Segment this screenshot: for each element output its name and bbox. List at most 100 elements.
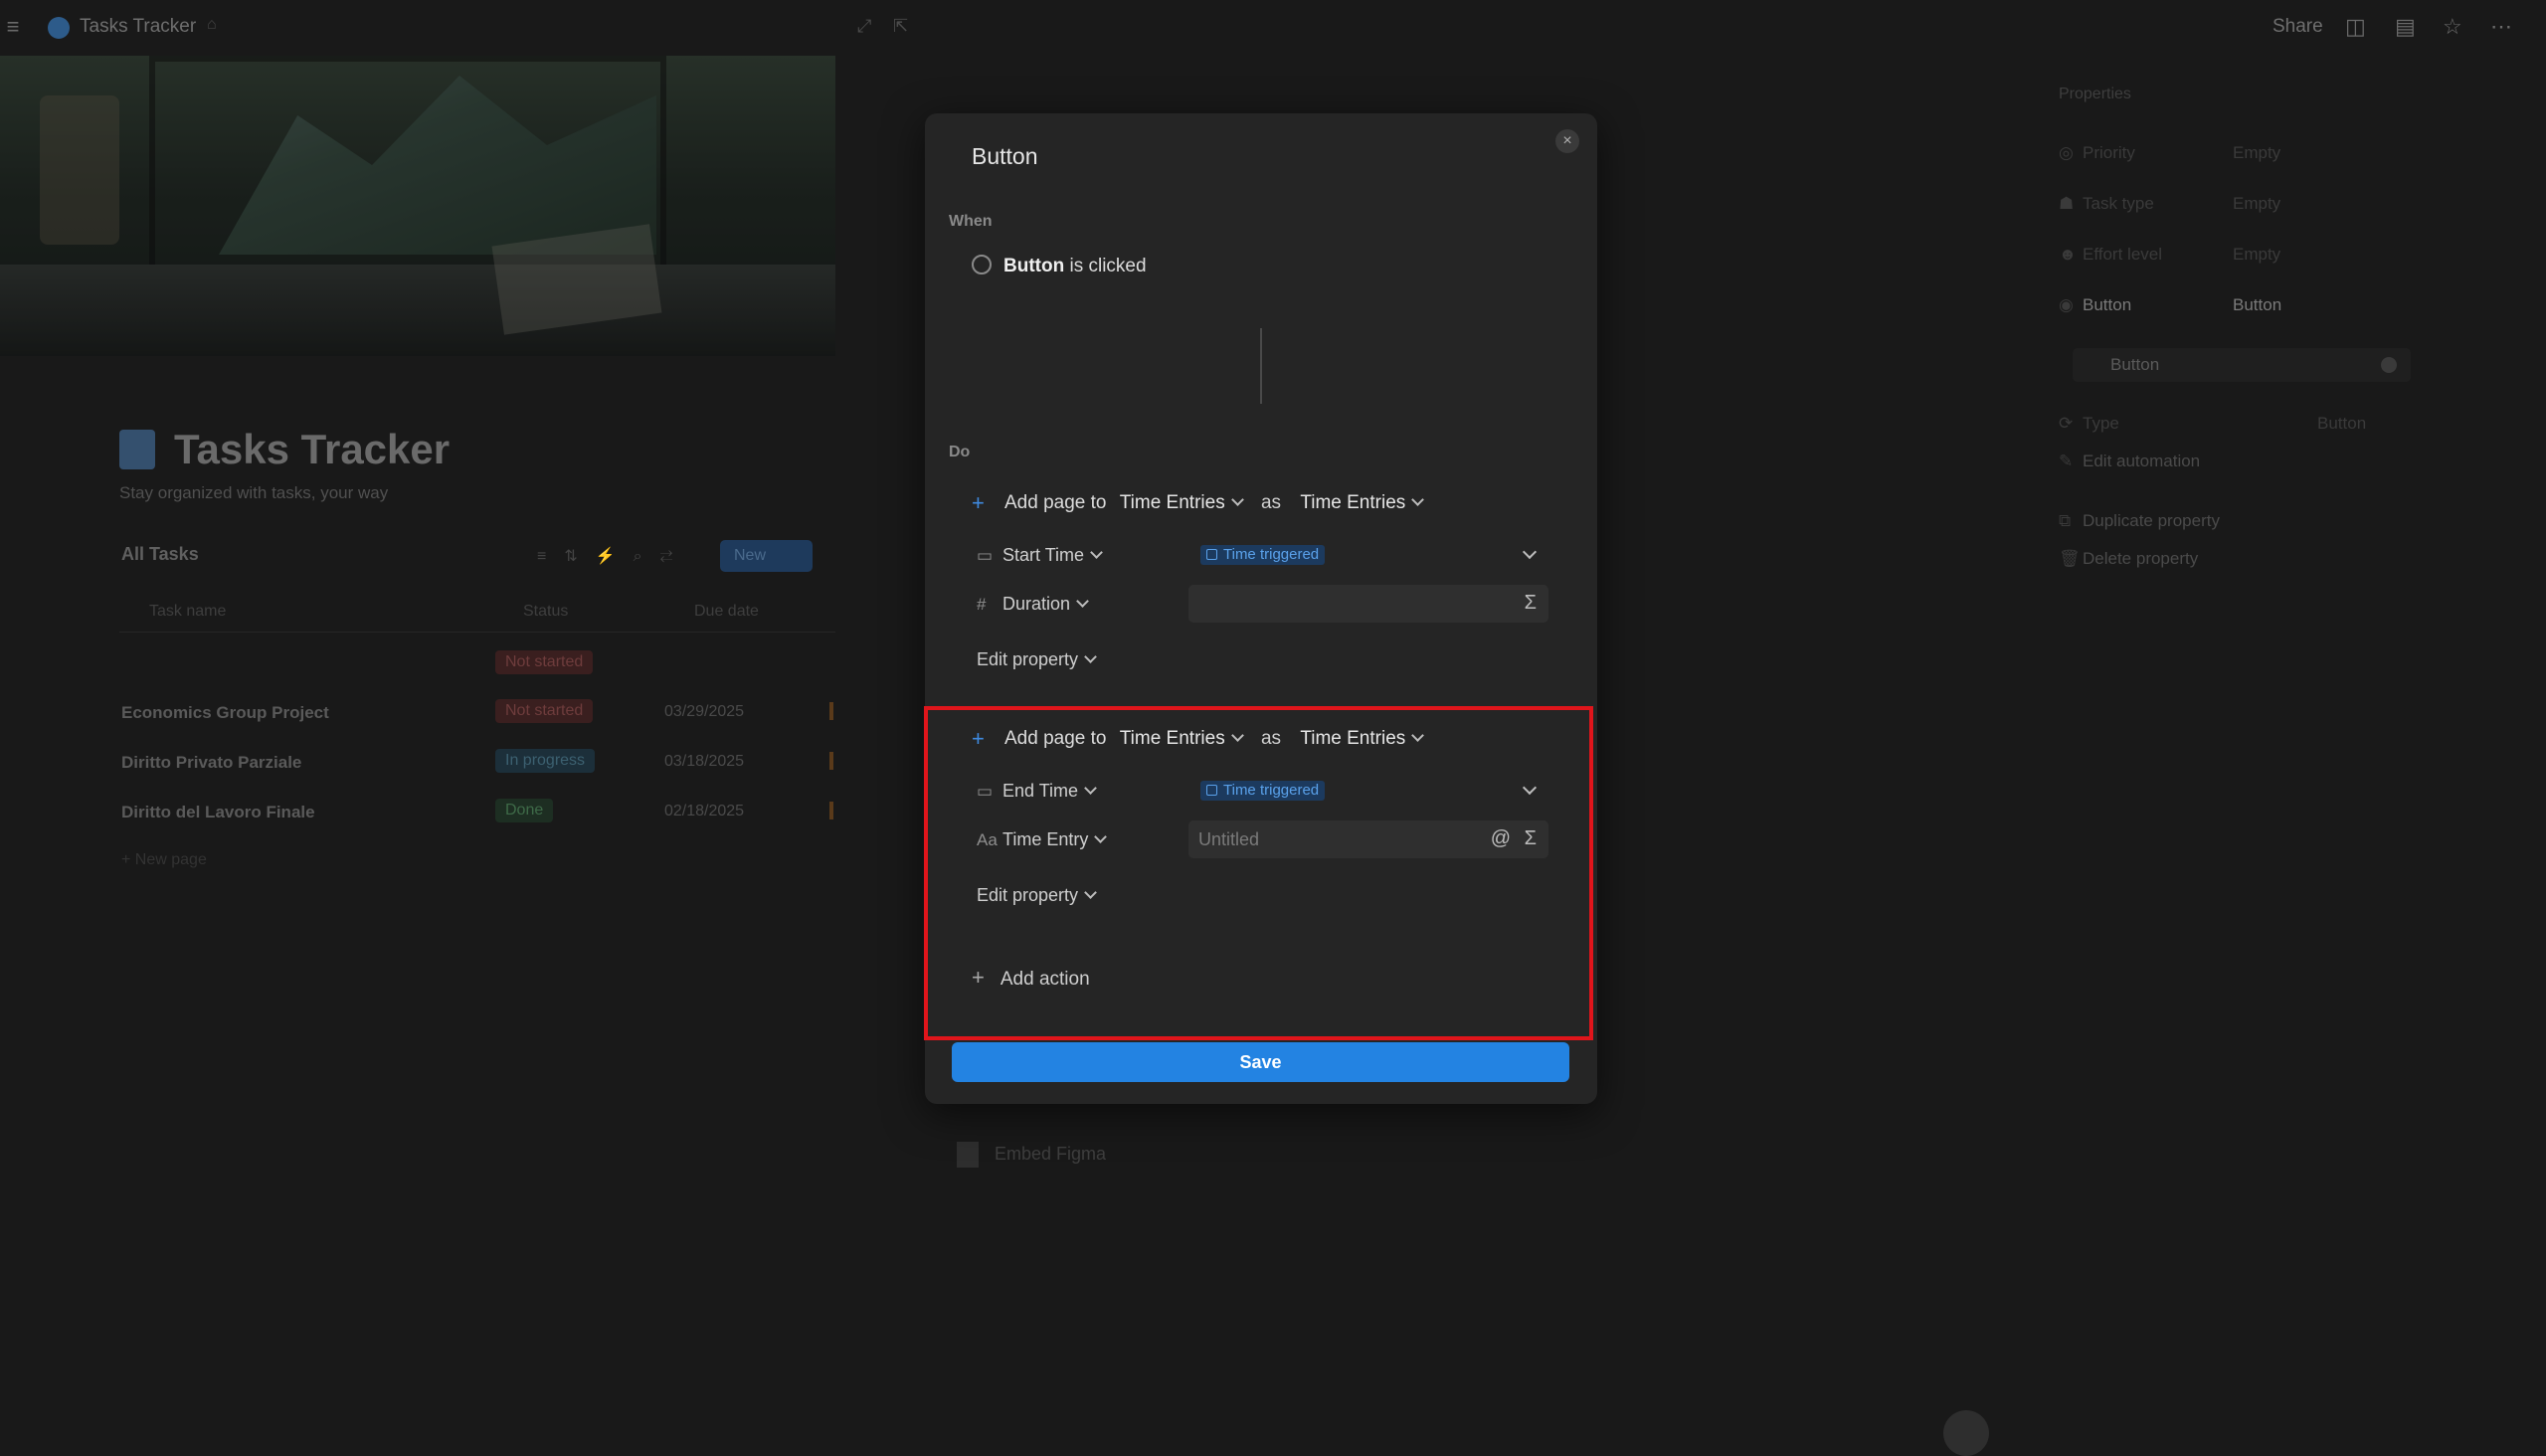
tab-all-tasks[interactable]: All Tasks — [121, 544, 199, 565]
edit-property-button[interactable]: Edit property — [977, 885, 1097, 906]
breadcrumb-title[interactable]: Tasks Tracker — [80, 16, 196, 38]
status-badge[interactable]: In progress — [495, 749, 596, 773]
calendar-icon: ▭ — [977, 782, 994, 801]
more-options-icon[interactable]: ⋯ — [2490, 14, 2512, 40]
effort-icon: ☻ — [2059, 245, 2077, 264]
row-indicator — [829, 752, 833, 770]
task-type-icon: ☗ — [2059, 194, 2075, 213]
chevron-down-icon — [1230, 729, 1244, 742]
property-task-type[interactable]: ☗ Task type Empty — [2059, 194, 2437, 214]
property-end-time[interactable]: ▭ End Time — [977, 777, 1097, 805]
action-prefix: Add page to — [1004, 728, 1107, 749]
sidebar-toggle-icon[interactable]: ≡ — [0, 16, 26, 38]
formula-sigma-icon[interactable]: Σ — [1525, 827, 1537, 850]
property-button[interactable]: ◉ Button Button — [2059, 295, 2437, 315]
lock-icon: ⌂ — [207, 16, 217, 33]
link-icon[interactable]: ⇱ — [893, 16, 908, 37]
do-label: Do — [949, 444, 971, 460]
chevron-down-icon[interactable] — [1522, 780, 1538, 796]
chevron-down-icon — [1076, 595, 1089, 608]
share-button[interactable]: Share — [2273, 16, 2323, 38]
property-start-time[interactable]: ▭ Start Time — [977, 541, 1103, 569]
chevron-down-icon — [1411, 493, 1425, 506]
add-row-button[interactable]: + New page — [121, 851, 207, 869]
embed-label: Embed Figma — [995, 1143, 1107, 1164]
chevron-down-icon — [1084, 650, 1097, 663]
expand-icon[interactable]: ⤢ — [857, 16, 871, 37]
comments-icon[interactable]: ▤ — [2395, 14, 2416, 40]
due-date[interactable]: 03/18/2025 — [664, 753, 744, 771]
plus-icon: + — [972, 726, 985, 751]
flow-connector — [1260, 328, 1262, 404]
start-time-value[interactable]: Time triggered — [1188, 536, 1548, 574]
view-toolbar-icons[interactable]: ≡⇅⚡⌕⇄ — [537, 546, 690, 566]
mention-at-icon[interactable]: @ — [1491, 827, 1511, 850]
button-prop-icon: ◉ — [2059, 295, 2074, 314]
add-action-button[interactable]: + Add action — [972, 965, 1090, 991]
save-button[interactable]: Save — [952, 1042, 1569, 1082]
properties-title: Properties — [2059, 86, 2131, 102]
column-header-task-name[interactable]: Task name — [149, 603, 226, 621]
property-type[interactable]: ⟳ Type Button — [2059, 414, 2437, 434]
trigger-row[interactable]: Button is clicked — [972, 255, 1147, 277]
help-button[interactable] — [1943, 1410, 1989, 1456]
template-dropdown[interactable]: Time Entries — [1292, 725, 1430, 753]
calendar-icon — [1206, 549, 1217, 560]
end-time-value[interactable]: Time triggered — [1188, 772, 1548, 810]
delete-property-button[interactable]: 🗑 Delete property — [2059, 549, 2437, 569]
status-badge[interactable]: Not started — [495, 650, 594, 674]
time-triggered-tag: Time triggered — [1200, 781, 1326, 801]
column-header-due-date[interactable]: Due date — [694, 603, 759, 621]
text-icon: Aa — [977, 830, 998, 849]
property-duration[interactable]: # Duration — [977, 590, 1089, 618]
property-name-input[interactable]: Button — [2073, 348, 2411, 382]
template-dropdown[interactable]: Time Entries — [1292, 489, 1430, 517]
due-date[interactable]: 03/29/2025 — [664, 703, 744, 721]
database-dropdown[interactable]: Time Entries — [1112, 489, 1250, 517]
edit-property-button[interactable]: Edit property — [977, 649, 1097, 670]
time-triggered-tag: Time triggered — [1200, 545, 1326, 565]
close-icon[interactable]: × — [1555, 129, 1579, 153]
status-badge[interactable]: Done — [495, 799, 554, 822]
task-name[interactable]: Economics Group Project — [121, 703, 329, 723]
action-2-header: Add page to Time Entries as Time Entries — [1004, 725, 1430, 753]
as-text: as — [1260, 728, 1282, 749]
database-dropdown[interactable]: Time Entries — [1112, 725, 1250, 753]
when-label: When — [949, 213, 993, 230]
new-page-button[interactable]: New — [720, 540, 813, 572]
duplicate-property-button[interactable]: ⧉ Duplicate property — [2059, 511, 2437, 531]
property-priority[interactable]: ◎ Priority Empty — [2059, 143, 2437, 163]
property-time-entry[interactable]: Aa Time Entry — [977, 825, 1108, 853]
favorite-star-icon[interactable]: ☆ — [2443, 14, 2462, 40]
top-bar: ≡ Tasks Tracker ⌂ ⤢ ⇱ Share ◫ ▤ ☆ ⋯ — [0, 0, 2546, 56]
calendar-icon: ▭ — [977, 546, 994, 565]
sidepanel-icon[interactable]: ◫ — [2345, 14, 2366, 40]
chevron-down-icon — [1411, 729, 1425, 742]
dialog-title: Button — [972, 143, 1038, 169]
task-name[interactable]: Diritto Privato Parziale — [121, 753, 301, 773]
divider — [119, 632, 835, 633]
cursor-click-icon — [972, 255, 992, 274]
row-indicator — [829, 802, 833, 819]
priority-icon: ◎ — [2059, 143, 2074, 162]
calendar-icon — [1206, 785, 1217, 796]
task-name[interactable]: Diritto del Lavoro Finale — [121, 803, 315, 822]
chevron-down-icon — [1084, 886, 1097, 899]
plus-icon: + — [972, 965, 985, 990]
chevron-down-icon — [1090, 546, 1103, 559]
page-icon-small — [48, 17, 70, 39]
chevron-down-icon — [1094, 830, 1108, 843]
formula-sigma-icon[interactable]: Σ — [1525, 592, 1537, 615]
status-badge[interactable]: Not started — [495, 699, 594, 723]
trigger-text: is clicked — [1064, 256, 1147, 276]
property-effort-level[interactable]: ☻ Effort level Empty — [2059, 245, 2437, 265]
column-header-status[interactable]: Status — [523, 603, 568, 621]
duration-input[interactable]: Σ — [1188, 585, 1548, 623]
edit-automation-button[interactable]: ✎ Edit automation — [2059, 452, 2437, 471]
due-date[interactable]: 02/18/2025 — [664, 803, 744, 820]
action-1-header: Add page to Time Entries as Time Entries — [1004, 489, 1430, 517]
as-text: as — [1260, 492, 1282, 513]
time-entry-input[interactable]: Untitled @ Σ — [1188, 820, 1548, 858]
chevron-down-icon[interactable] — [1522, 544, 1538, 560]
trigger-bold: Button — [1003, 256, 1065, 276]
